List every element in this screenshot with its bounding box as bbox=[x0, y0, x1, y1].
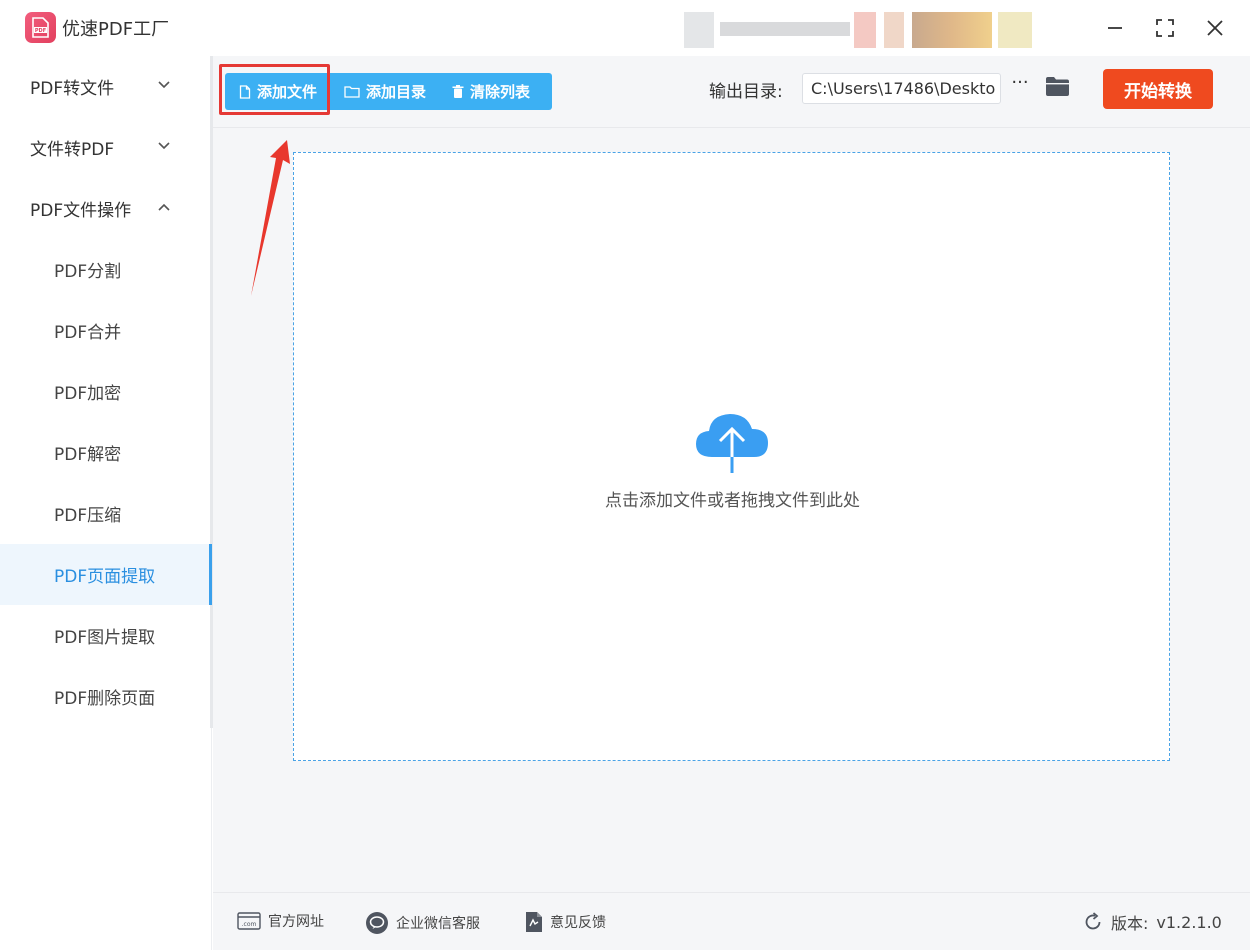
cloud-upload-icon bbox=[696, 414, 768, 473]
chevron-down-icon bbox=[158, 81, 170, 89]
output-dir-field[interactable]: C:\Users\17486\Deskto bbox=[802, 73, 1001, 104]
sidebar: PDF转文件 文件转PDF PDF文件操作 PDF分割 PDF合并 PDF加密 … bbox=[0, 56, 213, 950]
blurred-region bbox=[684, 12, 1044, 48]
sidebar-item-pdf-page-extract[interactable]: PDF页面提取 bbox=[0, 544, 212, 605]
sidebar-item-pdf-decrypt[interactable]: PDF解密 bbox=[0, 422, 212, 483]
sidebar-item-pdf-image-extract[interactable]: PDF图片提取 bbox=[0, 605, 212, 666]
svg-text:PDF: PDF bbox=[35, 28, 46, 34]
sidebar-item-label: PDF加密 bbox=[54, 384, 122, 404]
nav-group-pdf-to-file[interactable]: PDF转文件 bbox=[0, 56, 212, 117]
nav-group-label: 文件转PDF bbox=[30, 140, 115, 160]
nav-group-file-to-pdf[interactable]: 文件转PDF bbox=[0, 117, 212, 178]
file-drop-zone[interactable]: 点击添加文件或者拖拽文件到此处 bbox=[293, 152, 1170, 761]
folder-icon bbox=[1046, 77, 1069, 96]
clear-list-button[interactable]: 清除列表 bbox=[440, 73, 548, 110]
nav-group-label: PDF转文件 bbox=[30, 79, 115, 99]
file-icon bbox=[239, 84, 251, 99]
output-dir-label: 输出目录: bbox=[709, 82, 783, 102]
close-button[interactable] bbox=[1201, 14, 1229, 42]
more-options-button[interactable]: ··· bbox=[1009, 72, 1031, 102]
drop-zone-hint: 点击添加文件或者拖拽文件到此处 bbox=[605, 491, 860, 511]
version-number: v1.2.1.0 bbox=[1156, 912, 1222, 932]
sidebar-item-pdf-compress[interactable]: PDF压缩 bbox=[0, 483, 212, 544]
sidebar-item-pdf-delete-pages[interactable]: PDF删除页面 bbox=[0, 666, 212, 727]
sidebar-item-label: PDF解密 bbox=[54, 445, 122, 465]
folder-outline-icon bbox=[344, 86, 360, 98]
file-button-group: 添加文件 添加目录 清除列表 bbox=[225, 73, 552, 110]
feedback-icon bbox=[526, 912, 542, 932]
add-folder-button[interactable]: 添加目录 bbox=[332, 73, 440, 110]
refresh-icon bbox=[1085, 912, 1101, 930]
chat-bubble-icon bbox=[366, 912, 388, 934]
nav-group-label: PDF文件操作 bbox=[30, 201, 132, 221]
sidebar-item-label: PDF合并 bbox=[54, 323, 122, 343]
toolbar: 添加文件 添加目录 清除列表 输出目录: C:\Users\17486\Desk… bbox=[213, 56, 1250, 128]
sidebar-item-label: PDF压缩 bbox=[54, 506, 122, 526]
app-logo-icon: PDF bbox=[25, 12, 56, 43]
chevron-down-icon bbox=[158, 142, 170, 150]
main-panel: 添加文件 添加目录 清除列表 输出目录: C:\Users\17486\Desk… bbox=[213, 56, 1250, 950]
version-info: 版本: v1.2.1.0 bbox=[1083, 910, 1222, 934]
open-folder-button[interactable] bbox=[1045, 76, 1070, 101]
sidebar-item-pdf-encrypt[interactable]: PDF加密 bbox=[0, 361, 212, 422]
version-label: 版本: bbox=[1111, 914, 1149, 933]
start-convert-button[interactable]: 开始转换 bbox=[1103, 69, 1213, 109]
trash-icon bbox=[452, 84, 464, 98]
wechat-support-link[interactable]: 企业微信客服 bbox=[365, 911, 480, 935]
sidebar-item-pdf-split[interactable]: PDF分割 bbox=[0, 239, 212, 300]
nav-group-pdf-operations[interactable]: PDF文件操作 bbox=[0, 178, 212, 239]
maximize-button[interactable] bbox=[1151, 14, 1179, 42]
sidebar-item-pdf-merge[interactable]: PDF合并 bbox=[0, 300, 212, 361]
chevron-up-icon bbox=[158, 203, 170, 211]
sidebar-item-label: PDF分割 bbox=[54, 262, 122, 282]
website-icon: .com bbox=[237, 912, 261, 930]
official-website-link[interactable]: .com 官方网址 bbox=[237, 911, 324, 931]
minimize-button[interactable] bbox=[1101, 14, 1129, 42]
sidebar-item-label: PDF页面提取 bbox=[54, 567, 156, 587]
title-bar: PDF 优速PDF工厂 bbox=[0, 0, 1250, 56]
add-file-button[interactable]: 添加文件 bbox=[225, 73, 332, 110]
feedback-link[interactable]: 意见反馈 bbox=[525, 911, 606, 933]
app-title: 优速PDF工厂 bbox=[62, 19, 170, 40]
sidebar-item-label: PDF删除页面 bbox=[54, 689, 156, 709]
sidebar-item-label: PDF图片提取 bbox=[54, 628, 156, 648]
svg-text:.com: .com bbox=[242, 921, 257, 928]
footer: .com 官方网址 企业微信客服 意见反馈 版本: v1.2.1.0 bbox=[213, 892, 1250, 950]
